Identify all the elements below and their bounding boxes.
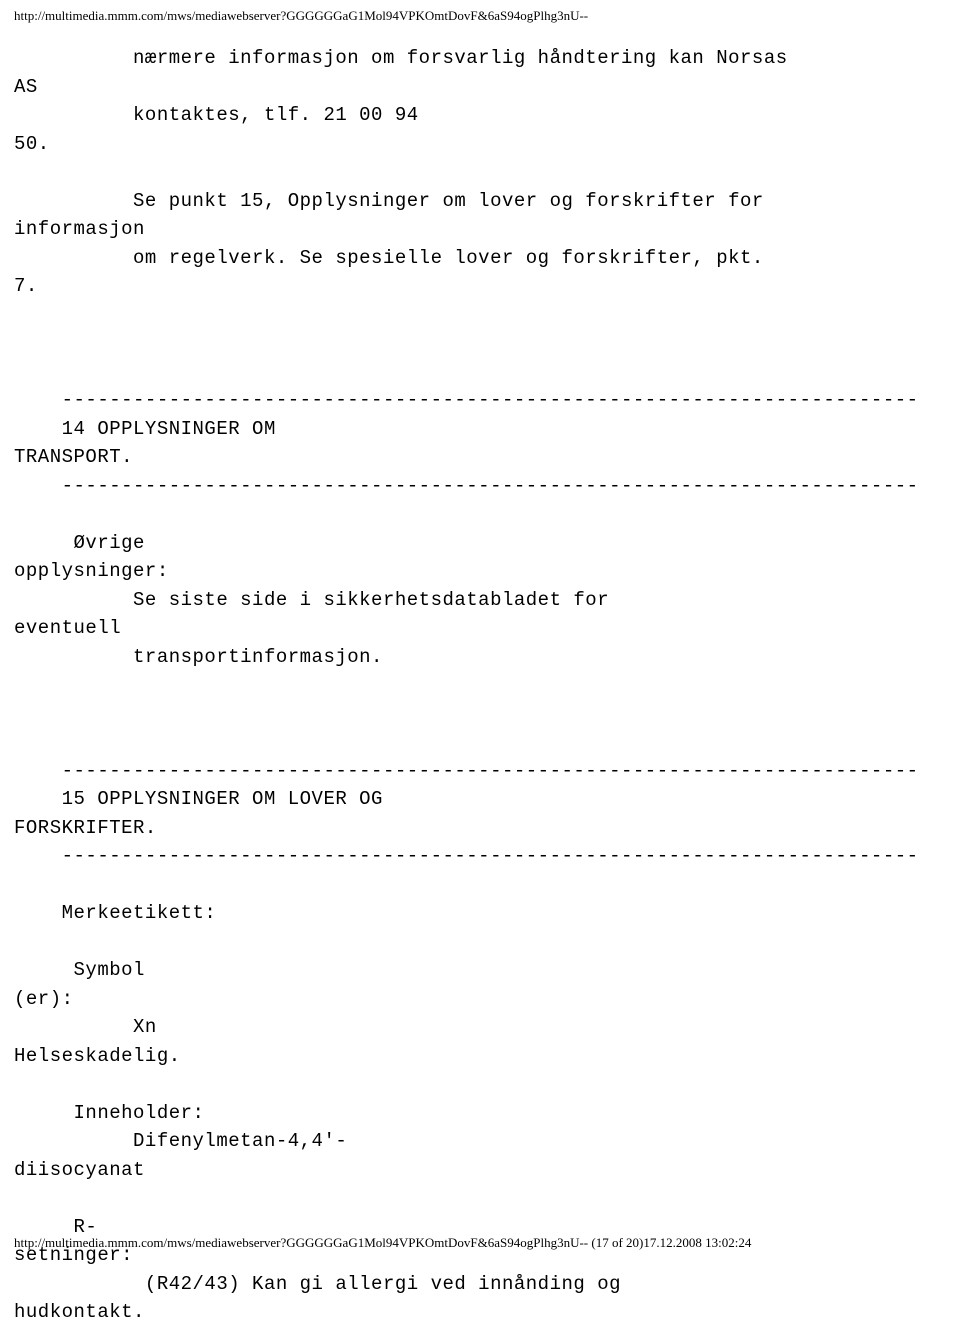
text-line: Symbol [14,959,145,981]
text-line: Inneholder: [14,1102,264,1124]
section-divider: ----------------------------------------… [14,389,919,411]
section-heading: TRANSPORT. [14,446,133,468]
section-heading: 14 OPPLYSNINGER OM [14,418,288,440]
header-url: http://multimedia.mmm.com/mws/mediawebse… [0,0,960,24]
text-line: nærmere informasjon om forsvarlig håndte… [14,47,800,69]
text-line: (R42/43) Kan gi allergi ved innånding og [14,1273,633,1295]
text-line [14,1073,26,1095]
text-line: 7. [14,275,38,297]
text-line: Xn [14,1016,204,1038]
text-line: Merkeetikett: [14,902,216,924]
text-line: diisocyanat [14,1159,145,1181]
text-line: AS [14,76,50,98]
document-content: nærmere informasjon om forsvarlig håndte… [0,24,960,1327]
section-divider: ----------------------------------------… [14,845,919,867]
text-line: eventuell [14,617,133,639]
section-divider: ----------------------------------------… [14,760,919,782]
text-line: Se punkt 15, Opplysninger om lover og fo… [14,190,776,212]
text-line [14,503,26,525]
text-line: Øvrige [14,532,157,554]
text-line: Se siste side i sikkerhetsdatabladet for [14,589,621,611]
text-line [14,304,26,326]
text-line: transportinformasjon. [14,646,383,668]
text-line [14,361,26,383]
text-line: 50. [14,133,62,155]
footer-url: http://multimedia.mmm.com/mws/mediawebse… [14,1235,751,1251]
text-line [14,703,26,725]
text-line: (er): [14,988,74,1010]
text-line [14,731,26,753]
text-line [14,161,26,183]
section-divider: ----------------------------------------… [14,475,919,497]
text-line: hudkontakt. [14,1301,145,1323]
text-line: informasjon [14,218,157,240]
text-line: om regelverk. Se spesielle lover og fors… [14,247,776,269]
section-heading: FORSKRIFTER. [14,817,157,839]
text-line [14,1187,26,1209]
text-line [14,874,26,896]
text-line: opplysninger: [14,560,169,582]
text-line: kontaktes, tlf. 21 00 94 [14,104,431,126]
text-line [14,332,26,354]
text-line: Helseskadelig. [14,1045,181,1067]
text-line [14,674,26,696]
text-line [14,931,26,953]
text-line: Difenylmetan-4,4'- [14,1130,347,1152]
section-heading: 15 OPPLYSNINGER OM LOVER OG [14,788,395,810]
